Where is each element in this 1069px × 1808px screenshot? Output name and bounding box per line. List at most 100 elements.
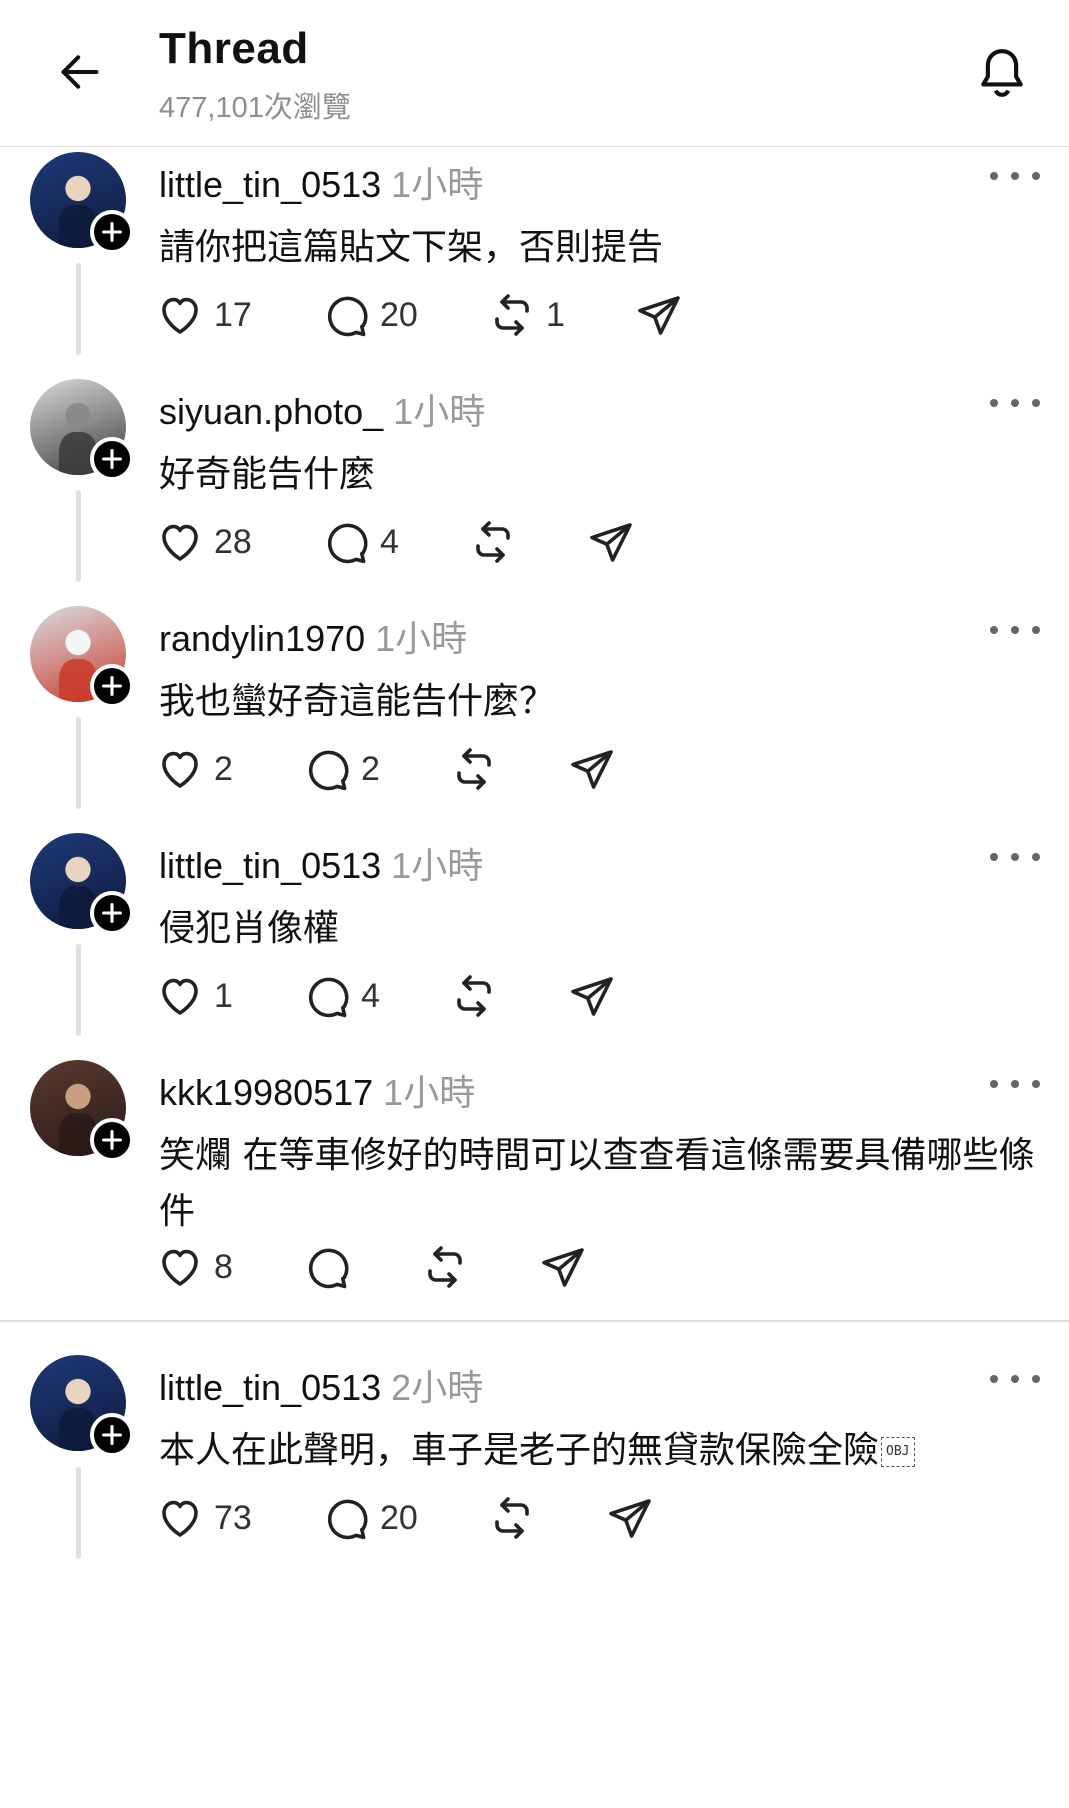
- repost-button[interactable]: [488, 1493, 546, 1543]
- share-button[interactable]: [568, 971, 616, 1021]
- follow-button[interactable]: [90, 664, 134, 708]
- post-text: 請你把這篇貼文下架，否則提告: [159, 220, 1039, 276]
- heart-icon: [156, 518, 204, 566]
- follow-button[interactable]: [90, 891, 134, 935]
- comment-icon: [322, 518, 370, 566]
- avatar[interactable]: [30, 152, 134, 254]
- more-icon-dot: [1032, 1080, 1040, 1088]
- arrow-left-icon: [61, 55, 99, 89]
- action-bar: 8: [156, 1242, 856, 1292]
- reply-button[interactable]: [303, 1242, 361, 1292]
- like-button[interactable]: 28: [156, 517, 252, 567]
- reposts-count: 1: [546, 295, 565, 334]
- username[interactable]: siyuan.photo_: [159, 391, 383, 432]
- replies-count: 4: [361, 976, 380, 1015]
- username[interactable]: little_tin_0513: [159, 1367, 381, 1408]
- timestamp: 1小時: [391, 845, 484, 886]
- obj-glyph: OBJ: [881, 1437, 915, 1467]
- like-button[interactable]: 8: [156, 1242, 233, 1292]
- notifications-button[interactable]: [971, 40, 1033, 106]
- share-button[interactable]: [568, 744, 616, 794]
- avatar[interactable]: [30, 1355, 134, 1457]
- repost-button[interactable]: 1: [488, 290, 565, 340]
- post-meta: randylin1970 1小時: [159, 610, 467, 662]
- share-button[interactable]: [606, 1493, 654, 1543]
- action-bar: 73 20: [156, 1493, 856, 1543]
- action-bar: 1 4: [156, 971, 856, 1021]
- replies-count: 20: [380, 1498, 418, 1537]
- repost-button[interactable]: [450, 744, 508, 794]
- reply-button[interactable]: 20: [322, 1493, 418, 1543]
- repost-button[interactable]: [450, 971, 508, 1021]
- plus-icon: [100, 674, 124, 698]
- send-icon: [635, 291, 683, 339]
- more-icon: [990, 1080, 998, 1088]
- likes-count: 17: [214, 295, 252, 334]
- more-button[interactable]: [990, 393, 1040, 413]
- avatar[interactable]: [30, 1060, 134, 1162]
- post-text-body: 本人在此聲明，車子是老子的無貸款保險全險: [159, 1430, 880, 1471]
- likes-count: 8: [214, 1247, 233, 1286]
- username[interactable]: randylin1970: [159, 618, 365, 659]
- reply-button[interactable]: 4: [322, 517, 399, 567]
- replies-count: 4: [380, 522, 399, 561]
- more-button[interactable]: [990, 166, 1040, 186]
- more-icon: [990, 172, 998, 180]
- action-bar: 17 20 1: [156, 290, 856, 340]
- more-button[interactable]: [990, 847, 1040, 867]
- more-icon: [990, 399, 998, 407]
- reply-button[interactable]: 2: [303, 744, 380, 794]
- share-button[interactable]: [635, 290, 683, 340]
- heart-icon: [156, 291, 204, 339]
- follow-button[interactable]: [90, 437, 134, 481]
- reply-button[interactable]: 20: [322, 290, 418, 340]
- username[interactable]: little_tin_0513: [159, 845, 381, 886]
- repost-icon: [469, 518, 517, 566]
- username[interactable]: little_tin_0513: [159, 164, 381, 205]
- likes-count: 2: [214, 749, 233, 788]
- follow-button[interactable]: [90, 1118, 134, 1162]
- like-button[interactable]: 17: [156, 290, 252, 340]
- comment-icon: [303, 972, 351, 1020]
- repost-icon: [488, 291, 536, 339]
- avatar[interactable]: [30, 606, 134, 708]
- more-icon-dot: [1011, 626, 1019, 634]
- avatar[interactable]: [30, 379, 134, 481]
- like-button[interactable]: 73: [156, 1493, 252, 1543]
- likes-count: 1: [214, 976, 233, 1015]
- comment-icon: [303, 1243, 351, 1291]
- section-divider: [0, 1320, 1069, 1322]
- comment-icon: [322, 1494, 370, 1542]
- more-icon: [990, 853, 998, 861]
- follow-button[interactable]: [90, 210, 134, 254]
- timestamp: 1小時: [375, 618, 468, 659]
- share-button[interactable]: [587, 517, 635, 567]
- repost-icon: [450, 972, 498, 1020]
- username[interactable]: kkk19980517: [159, 1072, 373, 1113]
- more-icon-dot: [1011, 172, 1019, 180]
- more-icon-dot: [1032, 399, 1040, 407]
- more-icon: [990, 626, 998, 634]
- more-button[interactable]: [990, 1074, 1040, 1094]
- send-icon: [568, 972, 616, 1020]
- thread-connector: [76, 717, 81, 809]
- more-icon-dot: [1032, 1375, 1040, 1383]
- back-button[interactable]: [50, 42, 110, 102]
- post-text-body: 我也蠻好奇這能告什麼？: [159, 681, 556, 722]
- reply-button[interactable]: 4: [303, 971, 380, 1021]
- plus-icon: [100, 447, 124, 471]
- share-button[interactable]: [539, 1242, 587, 1292]
- heart-icon: [156, 745, 204, 793]
- like-button[interactable]: 1: [156, 971, 233, 1021]
- post-text: 我也蠻好奇這能告什麼？: [159, 674, 1039, 730]
- plus-icon: [100, 1128, 124, 1152]
- more-button[interactable]: [990, 620, 1040, 640]
- repost-button[interactable]: [421, 1242, 479, 1292]
- repost-button[interactable]: [469, 517, 527, 567]
- more-button[interactable]: [990, 1369, 1040, 1389]
- view-count: 477,101次瀏覽: [159, 92, 351, 124]
- avatar[interactable]: [30, 833, 134, 935]
- like-button[interactable]: 2: [156, 744, 233, 794]
- heart-icon: [156, 1494, 204, 1542]
- follow-button[interactable]: [90, 1413, 134, 1457]
